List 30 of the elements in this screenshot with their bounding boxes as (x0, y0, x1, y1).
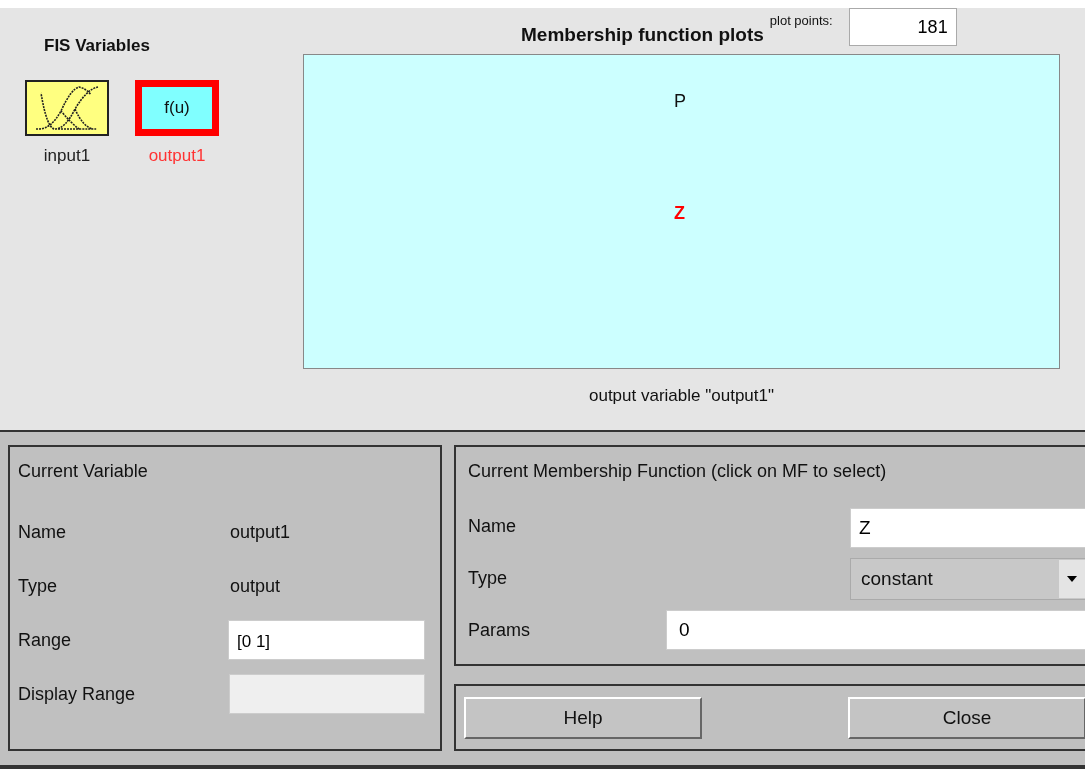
field-label: Display Range (18, 683, 137, 705)
output-variable-block[interactable]: f(u) (135, 80, 219, 136)
section-title: FIS Variables (44, 36, 151, 56)
mf-name-field[interactable]: Z (850, 508, 1085, 548)
membership-function-label[interactable]: Z (674, 203, 685, 223)
membership-curves-icon[interactable] (25, 80, 109, 136)
close-button[interactable]: Close (848, 696, 1085, 739)
plot-title: Membership function plots (521, 24, 764, 46)
field-label: Name (18, 521, 67, 543)
plot-points-label: plot points: (769, 13, 833, 28)
field-label: Range (18, 629, 73, 651)
mf-type-dropdown[interactable]: constant (850, 558, 1085, 600)
field-label: Params (468, 619, 531, 641)
range-field[interactable]: [0 1] (228, 620, 425, 660)
plot-caption: output variable "output1" (587, 386, 775, 406)
variable-name: output1 (148, 146, 206, 166)
display-range-field[interactable] (228, 674, 425, 714)
plot-area[interactable]: P Z (303, 54, 1060, 369)
panel-title: Current Variable (18, 461, 149, 482)
plot-points-field[interactable]: 181 (848, 8, 957, 46)
variable-name: input1 (43, 146, 91, 166)
field-value: output1 (230, 521, 291, 543)
params-field[interactable]: 0 (666, 610, 1085, 650)
field-label: Name (468, 515, 517, 537)
field-label: Type (18, 575, 59, 597)
field-value: output (230, 575, 281, 597)
panel-title: Current Membership Function (click on MF to select) (468, 461, 888, 482)
field-label: Type (468, 567, 509, 589)
membership-function-label[interactable]: P (674, 91, 686, 111)
help-button[interactable]: Help (464, 696, 702, 739)
